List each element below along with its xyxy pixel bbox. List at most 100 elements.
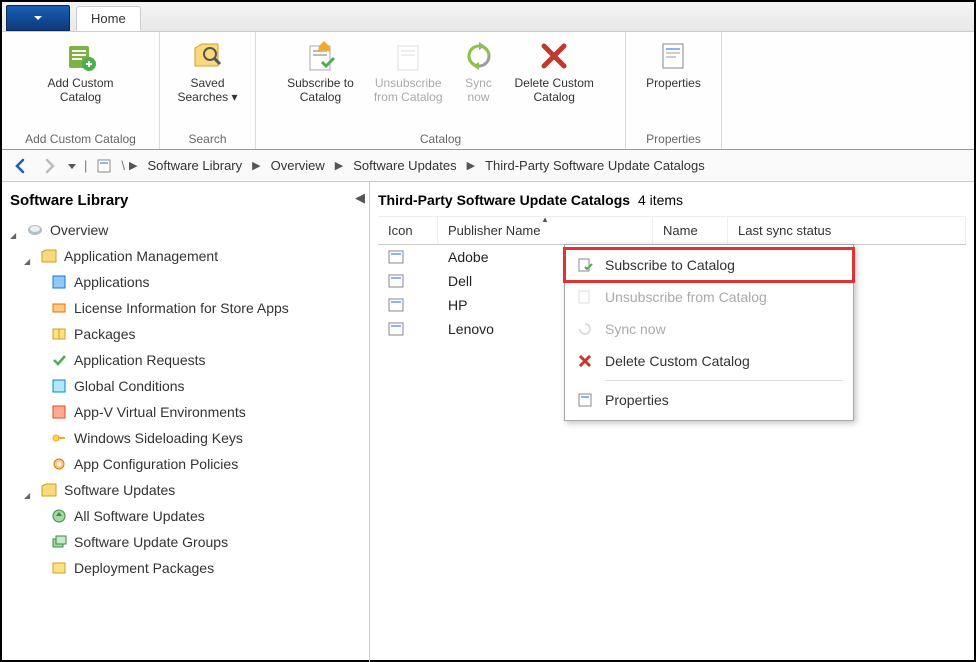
tree-label: App Configuration Policies: [74, 456, 238, 472]
tree-item-applications[interactable]: Applications: [6, 269, 365, 295]
tree: Overview Application Management Applicat…: [6, 217, 365, 581]
key-icon: [50, 429, 68, 447]
saved-searches-button[interactable]: Saved Searches ▾: [167, 36, 247, 109]
app-icon: [50, 273, 68, 291]
ctx-separator: [605, 380, 843, 381]
ribbon-group-title: Catalog: [256, 130, 625, 147]
tree-caret-icon[interactable]: [24, 485, 34, 495]
sidebar: Software Library ◀ Overview Application …: [2, 182, 370, 662]
breadcrumb-item[interactable]: Third-Party Software Update Catalogs: [479, 155, 711, 176]
update-icon: [50, 507, 68, 525]
tree-item-deployment-packages[interactable]: Deployment Packages: [6, 555, 365, 581]
column-header-icon[interactable]: Icon: [378, 217, 438, 244]
tree-label: Overview: [50, 222, 108, 238]
main-layout: Software Library ◀ Overview Application …: [2, 182, 974, 662]
properties-icon: [575, 390, 595, 410]
ribbon-group-title: Search: [160, 130, 255, 147]
tree-item-overview[interactable]: Overview: [6, 217, 365, 243]
appv-icon: [50, 403, 68, 421]
nav-bar: | \ ▶ Software Library ▶ Overview ▶ Soft…: [2, 150, 974, 182]
ctx-label: Unsubscribe from Catalog: [605, 289, 767, 305]
search-saved-icon: [192, 40, 224, 72]
collapse-sidebar-icon[interactable]: ◀: [355, 190, 365, 206]
tree-item-global-conditions[interactable]: Global Conditions: [6, 373, 365, 399]
sync-icon: [575, 319, 595, 339]
tree-label: Windows Sideloading Keys: [74, 430, 243, 446]
table-header: Icon Publisher Name Name Last sync statu…: [378, 216, 966, 245]
nav-separator: \: [121, 158, 125, 173]
tree-item-update-groups[interactable]: Software Update Groups: [6, 529, 365, 555]
ribbon-label: Add Custom Catalog: [47, 76, 113, 105]
ctx-unsubscribe-from-catalog: Unsubscribe from Catalog: [565, 281, 853, 313]
ctx-sync-now: Sync now: [565, 313, 853, 345]
column-header-sync-status[interactable]: Last sync status: [728, 217, 966, 244]
ribbon-group-search: Saved Searches ▾ Search: [160, 32, 256, 149]
tab-bar: Home: [2, 2, 974, 32]
ctx-properties[interactable]: Properties: [565, 384, 853, 416]
ctx-label: Properties: [605, 392, 669, 408]
ribbon-group-properties: Properties Properties: [626, 32, 722, 149]
delete-icon: [575, 351, 595, 371]
chevron-right-icon: ▶: [335, 159, 343, 172]
tree-label: Packages: [74, 326, 135, 342]
sidebar-title: Software Library: [6, 188, 365, 217]
catalog-row-icon: [378, 321, 438, 337]
ctx-subscribe-to-catalog[interactable]: Subscribe to Catalog: [565, 249, 853, 281]
chevron-right-icon: ▶: [467, 159, 475, 172]
breadcrumb-item[interactable]: Software Updates: [347, 155, 462, 176]
column-header-name[interactable]: Name: [653, 217, 728, 244]
nav-back-button[interactable]: [8, 153, 34, 179]
content-title-text: Third-Party Software Update Catalogs: [378, 192, 630, 208]
chevron-down-icon: [34, 16, 42, 20]
tree-caret-icon[interactable]: [24, 251, 34, 261]
properties-button[interactable]: Properties: [636, 36, 711, 94]
tree-label: App-V Virtual Environments: [74, 404, 246, 420]
app-menu-button[interactable]: [6, 5, 70, 31]
folder-icon: [40, 481, 58, 499]
nav-home-icon[interactable]: [91, 153, 117, 179]
tab-home[interactable]: Home: [76, 6, 141, 31]
catalog-row-icon: [378, 273, 438, 289]
add-custom-catalog-button[interactable]: Add Custom Catalog: [37, 36, 123, 109]
tree-caret-icon[interactable]: [10, 225, 20, 235]
tree-item-license-info[interactable]: License Information for Store Apps: [6, 295, 365, 321]
tree-label: License Information for Store Apps: [74, 300, 289, 316]
subscribe-to-catalog-button[interactable]: Subscribe to Catalog: [277, 36, 364, 109]
ribbon: Add Custom Catalog Add Custom Catalog Sa…: [2, 32, 974, 150]
nav-dropdown-button[interactable]: [64, 153, 80, 179]
catalog-row-icon: [378, 249, 438, 265]
unsubscribe-icon: [575, 287, 595, 307]
deploy-icon: [50, 559, 68, 577]
ribbon-label: Sync now: [465, 76, 492, 105]
tree-item-sideloading-keys[interactable]: Windows Sideloading Keys: [6, 425, 365, 451]
tree-item-software-updates[interactable]: Software Updates: [6, 477, 365, 503]
ctx-delete-custom-catalog[interactable]: Delete Custom Catalog: [565, 345, 853, 377]
package-icon: [50, 325, 68, 343]
column-header-publisher[interactable]: Publisher Name: [438, 217, 653, 244]
ctx-label: Subscribe to Catalog: [605, 257, 735, 273]
tree-item-all-updates[interactable]: All Software Updates: [6, 503, 365, 529]
tree-item-appv[interactable]: App-V Virtual Environments: [6, 399, 365, 425]
properties-icon: [657, 40, 689, 72]
chevron-right-icon: ▶: [129, 159, 137, 172]
gear-icon: [50, 455, 68, 473]
breadcrumb: ▶ Software Library ▶ Overview ▶ Software…: [129, 155, 711, 176]
tree-item-packages[interactable]: Packages: [6, 321, 365, 347]
catalog-add-icon: [65, 40, 97, 72]
tree-item-app-requests[interactable]: Application Requests: [6, 347, 365, 373]
breadcrumb-item[interactable]: Overview: [265, 155, 331, 176]
tree-label: Software Update Groups: [74, 534, 228, 550]
ribbon-label: Properties: [646, 76, 701, 90]
nav-forward-button[interactable]: [36, 153, 62, 179]
delete-custom-catalog-button[interactable]: Delete Custom Catalog: [505, 36, 604, 109]
tree-label: All Software Updates: [74, 508, 205, 524]
breadcrumb-item[interactable]: Software Library: [141, 155, 248, 176]
tree-item-application-management[interactable]: Application Management: [6, 243, 365, 269]
context-menu: Subscribe to Catalog Unsubscribe from Ca…: [564, 244, 854, 421]
chevron-right-icon: ▶: [252, 159, 260, 172]
content-title: Third-Party Software Update Catalogs 4 i…: [378, 188, 966, 216]
sync-now-button[interactable]: Sync now: [453, 36, 505, 109]
tree-label: Software Updates: [64, 482, 175, 498]
tree-item-app-config-policies[interactable]: App Configuration Policies: [6, 451, 365, 477]
unsubscribe-from-catalog-button[interactable]: Unsubscribe from Catalog: [364, 36, 453, 109]
